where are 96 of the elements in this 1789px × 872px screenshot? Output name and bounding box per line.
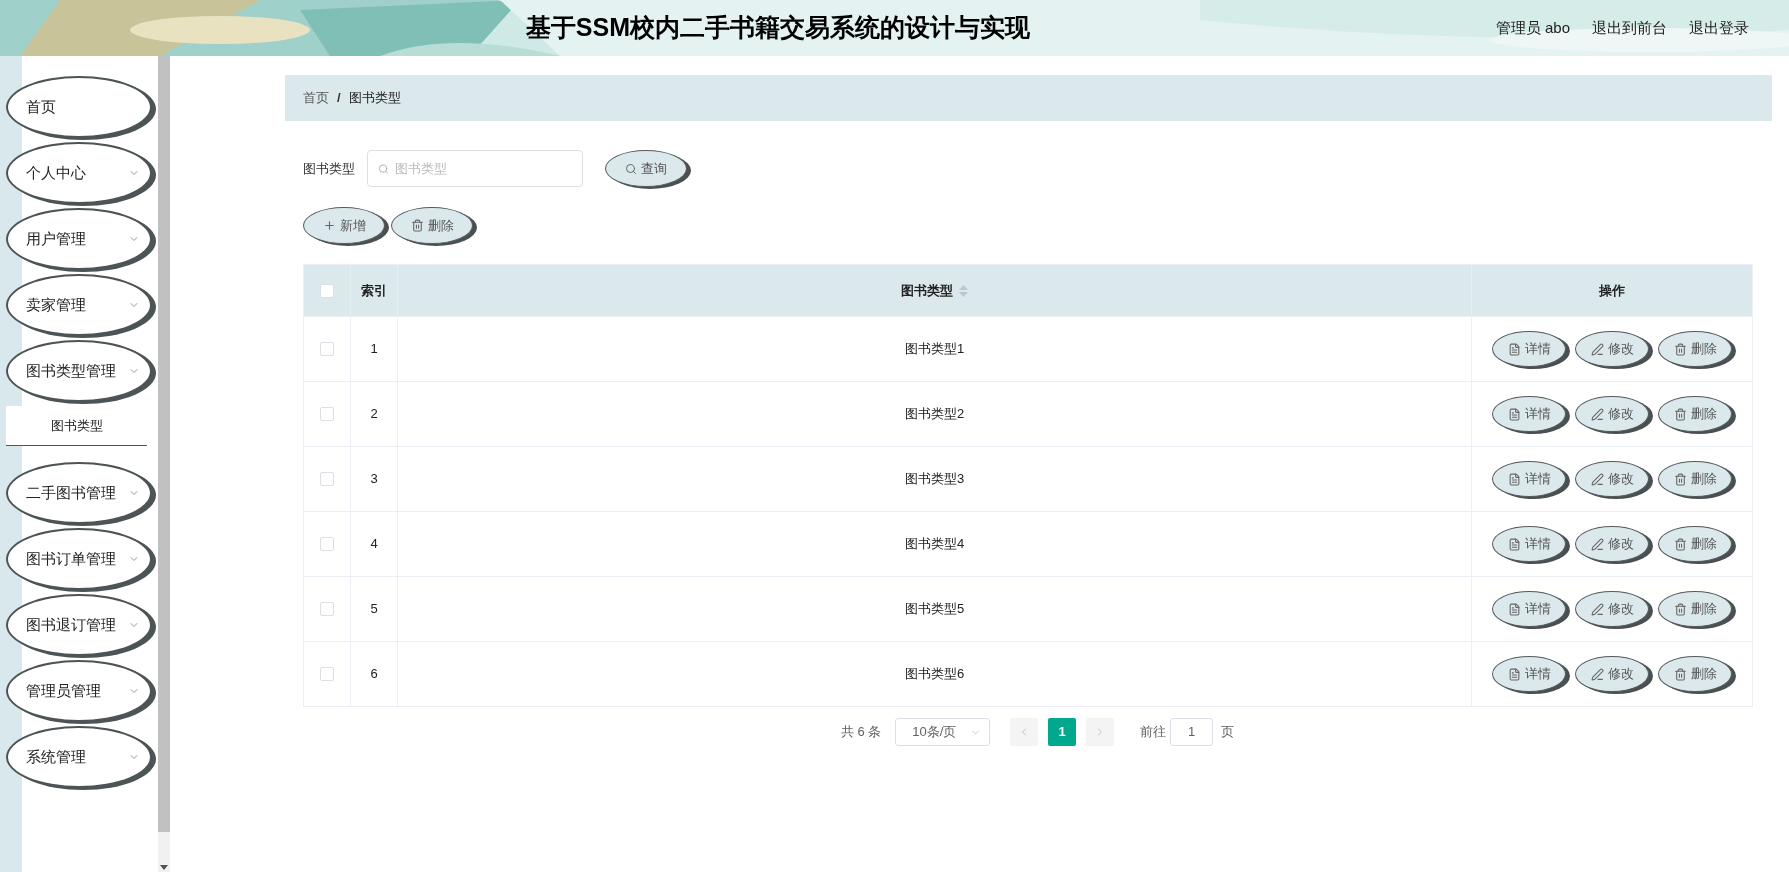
- sort-icon[interactable]: [959, 284, 968, 297]
- detail-button[interactable]: 详情: [1492, 526, 1566, 562]
- detail-button[interactable]: 详情: [1492, 396, 1566, 432]
- detail-button[interactable]: 详情: [1492, 461, 1566, 497]
- document-icon: [1507, 407, 1521, 421]
- breadcrumb-link[interactable]: 首页: [303, 88, 329, 108]
- table-cell-text: 图书类型4: [904, 535, 965, 554]
- search-icon: [625, 162, 637, 175]
- submenu-item[interactable]: 图书类型: [6, 406, 147, 446]
- search-label: 图书类型: [303, 159, 355, 178]
- header-link[interactable]: 退出到前台: [1592, 16, 1667, 40]
- checkbox[interactable]: [320, 667, 334, 681]
- detail-button[interactable]: 详情: [1492, 591, 1566, 627]
- delete-button[interactable]: 删除: [1658, 656, 1732, 692]
- table-cell-text: 6: [370, 665, 378, 684]
- pencil-icon: [1590, 667, 1604, 681]
- next-page-button[interactable]: [1086, 718, 1115, 746]
- header-link[interactable]: 管理员 abo: [1495, 16, 1570, 40]
- delete-button[interactable]: 删除: [391, 207, 473, 244]
- menu-item[interactable]: 个人中心: [6, 142, 152, 204]
- table-cell-text: 4: [370, 535, 378, 554]
- app-title: 基于SSM校内二手书籍交易系统的设计与实现: [525, 12, 1030, 44]
- column-header[interactable]: 图书类型: [901, 280, 953, 301]
- scrollbar[interactable]: [158, 56, 170, 872]
- trash-icon: [1673, 407, 1687, 421]
- delete-button[interactable]: 删除: [1658, 461, 1732, 497]
- menu-item[interactable]: 卖家管理: [6, 274, 152, 336]
- goto-suffix: 页: [1221, 723, 1235, 742]
- delete-button[interactable]: 删除: [1658, 591, 1732, 627]
- trash-icon: [410, 219, 424, 232]
- pencil-icon: [1590, 407, 1604, 421]
- pencil-icon: [1590, 342, 1604, 356]
- table-cell-text: 图书类型5: [904, 600, 965, 619]
- goto-label: 前往: [1140, 723, 1167, 742]
- checkbox[interactable]: [320, 472, 334, 486]
- menu-item[interactable]: 图书退订管理: [6, 594, 152, 656]
- checkbox[interactable]: [320, 283, 334, 298]
- delete-button[interactable]: 删除: [1658, 526, 1732, 562]
- document-icon: [1507, 342, 1521, 356]
- menu-item[interactable]: 管理员管理: [6, 660, 152, 722]
- edit-button[interactable]: 修改: [1575, 591, 1649, 627]
- total-count: 共 6 条: [840, 723, 882, 742]
- table-cell-text: 图书类型6: [904, 665, 965, 684]
- pencil-icon: [1590, 537, 1604, 551]
- trash-icon: [1673, 667, 1687, 681]
- column-header: 索引: [361, 281, 387, 300]
- scroll-down-icon: [160, 865, 168, 870]
- edit-button[interactable]: 修改: [1575, 331, 1649, 367]
- add-button[interactable]: 新增: [303, 207, 385, 244]
- table-cell-text: 5: [370, 600, 378, 619]
- pencil-icon: [1590, 602, 1604, 616]
- menu-item[interactable]: 用户管理: [6, 208, 152, 270]
- checkbox[interactable]: [320, 342, 334, 356]
- table-cell-text: 3: [370, 470, 378, 489]
- column-header: 操作: [1599, 281, 1625, 300]
- header-link[interactable]: 退出登录: [1689, 16, 1749, 40]
- checkbox[interactable]: [320, 537, 334, 551]
- menu-item[interactable]: 图书订单管理: [6, 528, 152, 590]
- table-cell-text: 图书类型2: [904, 405, 965, 424]
- document-icon: [1507, 667, 1521, 681]
- menu-item[interactable]: 系统管理: [6, 726, 152, 788]
- delete-button[interactable]: 删除: [1658, 396, 1732, 432]
- search-input[interactable]: 图书类型: [394, 158, 572, 179]
- edit-button[interactable]: 修改: [1575, 656, 1649, 692]
- trash-icon: [1673, 602, 1687, 616]
- checkbox[interactable]: [320, 407, 334, 421]
- goto-page-field[interactable]: 1: [1170, 718, 1214, 746]
- document-icon: [1507, 472, 1521, 486]
- breadcrumb-link[interactable]: 图书类型: [348, 88, 401, 108]
- pencil-icon: [1590, 472, 1604, 486]
- search-field[interactable]: 图书类型: [367, 150, 583, 187]
- document-icon: [1507, 602, 1521, 616]
- menu-item[interactable]: 图书类型管理: [6, 340, 152, 402]
- breadcrumb-separator: /: [337, 89, 341, 108]
- previous-page-button[interactable]: [1010, 718, 1039, 746]
- plus-icon: [322, 219, 336, 232]
- page-size-select[interactable]: 10条/页: [895, 718, 991, 746]
- trash-icon: [1673, 472, 1687, 486]
- checkbox[interactable]: [320, 602, 334, 616]
- table-cell-text: 1: [370, 340, 378, 359]
- search-icon: [378, 162, 389, 175]
- delete-button[interactable]: 删除: [1658, 331, 1732, 367]
- search-button[interactable]: 查询: [605, 150, 687, 187]
- table-cell-text: 图书类型3: [904, 470, 965, 489]
- table-cell-text: 2: [370, 405, 378, 424]
- menu-item[interactable]: 二手图书管理: [6, 462, 152, 524]
- detail-button[interactable]: 详情: [1492, 331, 1566, 367]
- edit-button[interactable]: 修改: [1575, 396, 1649, 432]
- trash-icon: [1673, 537, 1687, 551]
- menu-item[interactable]: 首页: [6, 76, 152, 138]
- edit-button[interactable]: 修改: [1575, 461, 1649, 497]
- table-cell-text: 图书类型1: [904, 340, 965, 359]
- edit-button[interactable]: 修改: [1575, 526, 1649, 562]
- trash-icon: [1673, 342, 1687, 356]
- detail-button[interactable]: 详情: [1492, 656, 1566, 692]
- document-icon: [1507, 537, 1521, 551]
